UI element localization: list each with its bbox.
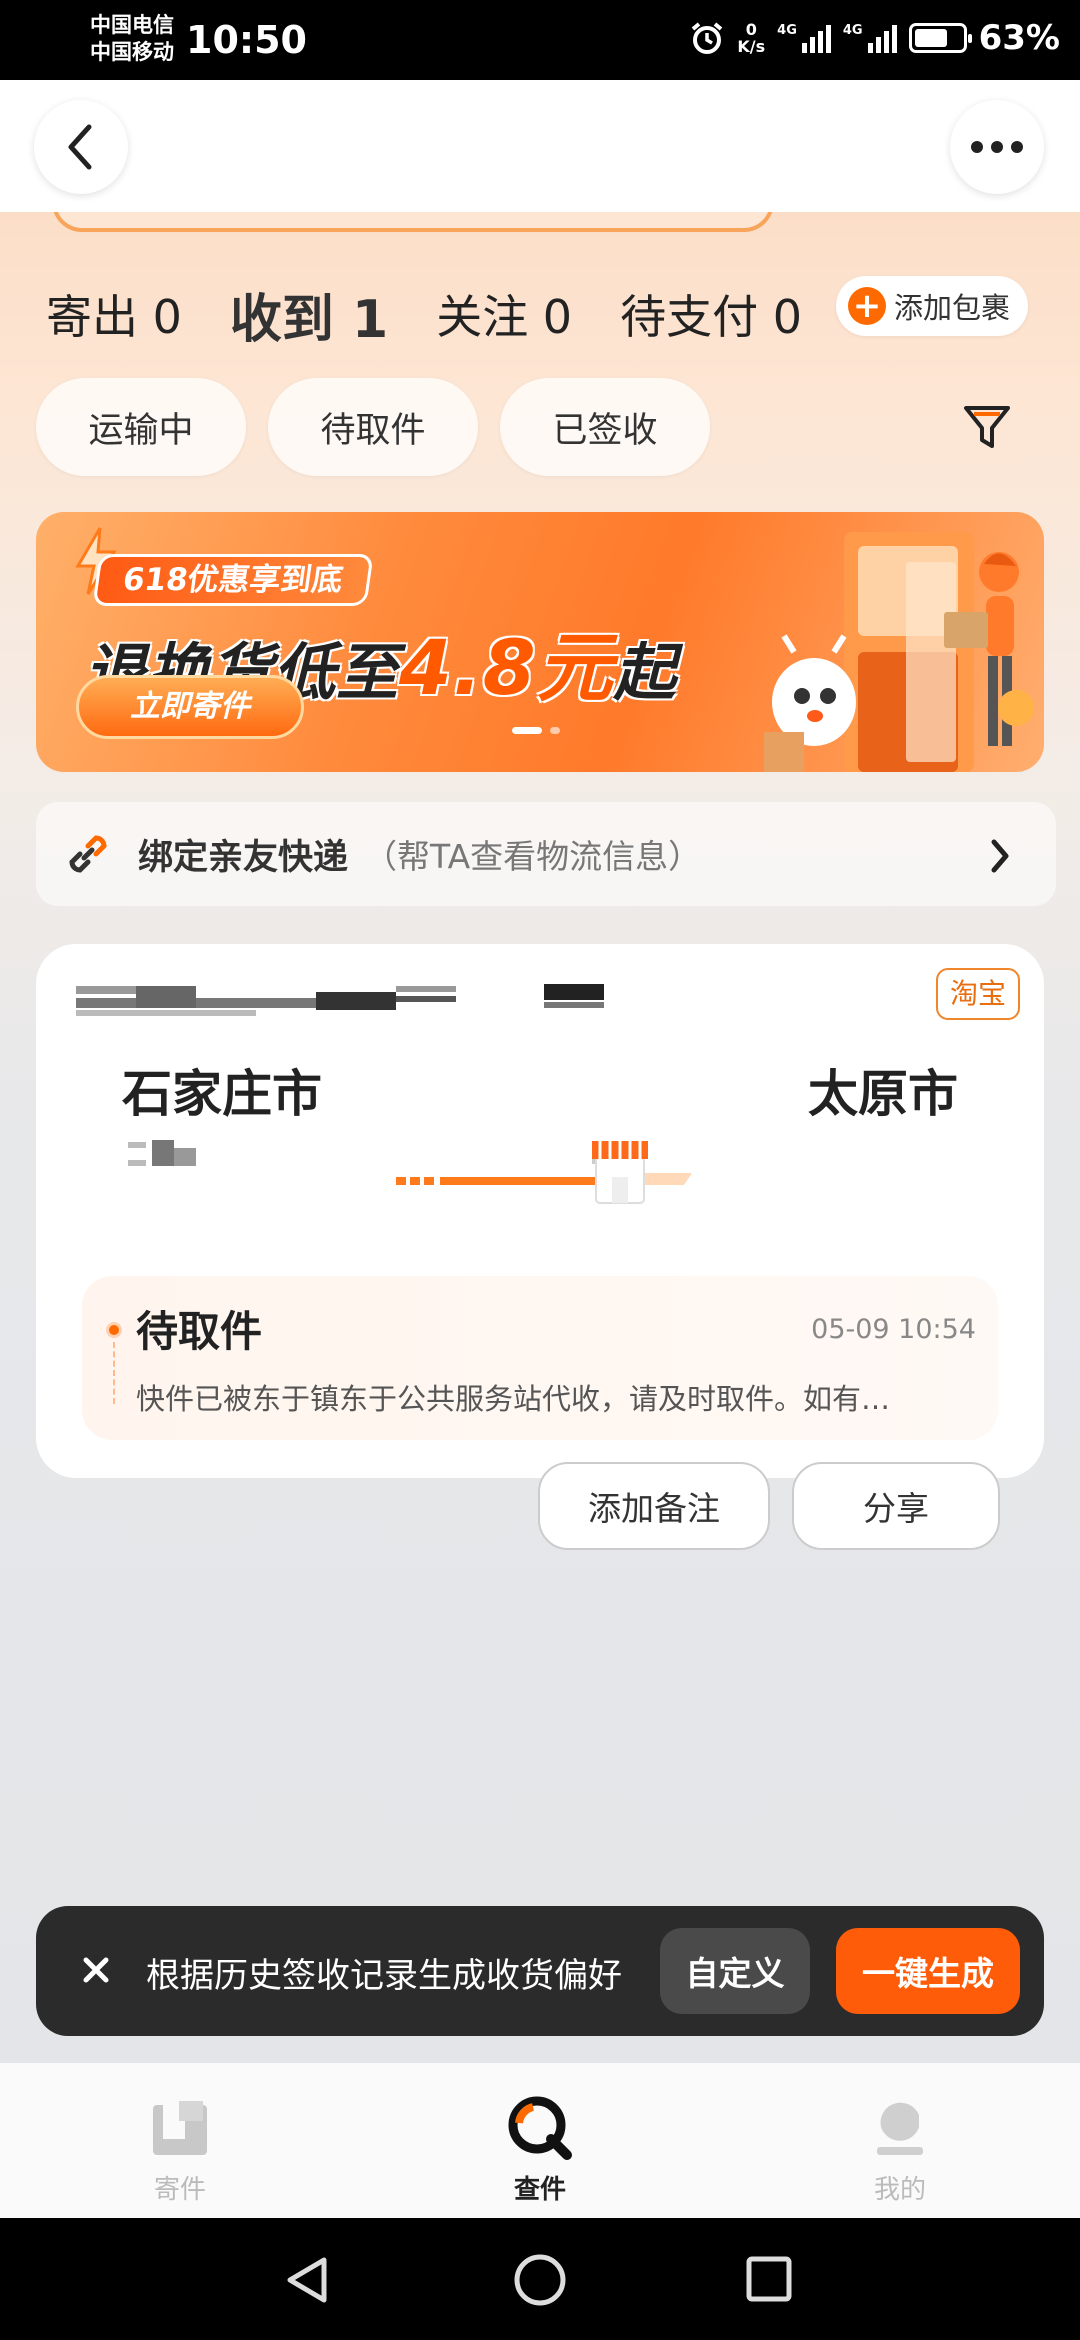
network-type: 4G <box>777 23 797 38</box>
package-tabs: 寄出 0 收到 1 关注 0 待支付 0 <box>46 274 850 354</box>
origin-city: 石家庄市 <box>122 1065 322 1123</box>
net-speed: 0 K/s <box>737 21 765 55</box>
add-package-button[interactable]: + 添加包裹 <box>835 276 1028 336</box>
tracking-number-redacted <box>76 982 604 1018</box>
status-box: 待取件 05-09 10:54 快件已被东于镇东于公共服务站代收，请及时取件。如… <box>82 1276 998 1440</box>
filter-in-transit[interactable]: 运输中 <box>36 378 246 476</box>
profile-icon <box>877 2102 923 2155</box>
carrier-1: 中国电信 <box>90 13 174 37</box>
bind-subtitle: （帮TA查看物流信息） <box>364 837 702 876</box>
nav-profile[interactable]: 我的 <box>820 2093 980 2206</box>
signal-icon: 4G <box>843 23 897 53</box>
signal-icon: 4G <box>777 23 831 53</box>
search-q-icon <box>508 2096 572 2160</box>
add-package-label: 添加包裹 <box>893 291 1010 325</box>
bottom-nav: 寄件 查件 我的 <box>0 2063 1080 2218</box>
package-card[interactable]: 淘宝 石家庄市 太原市 待取件 05-09 10:54 快件已被东于镇东于公共服… <box>36 944 1044 1478</box>
battery-icon <box>908 23 972 53</box>
share-button[interactable]: 分享 <box>792 1462 1000 1550</box>
filter-to-pickup[interactable]: 待取件 <box>268 378 478 476</box>
tab-sent[interactable]: 寄出 0 <box>46 281 182 347</box>
more-dots-icon <box>971 141 1023 153</box>
headline-highlight: 4.8元 <box>399 623 614 712</box>
delivery-illustration <box>764 532 1034 772</box>
nav-send[interactable]: 寄件 <box>100 2093 260 2206</box>
nav-track[interactable]: 查件 <box>460 2093 620 2206</box>
status-clock: 10:50 <box>186 18 307 62</box>
send-box-icon <box>153 2101 207 2155</box>
top-bar <box>0 80 1080 212</box>
route-progress <box>396 1141 692 1204</box>
nav-track-label: 查件 <box>513 2175 566 2205</box>
preference-toast: 根据历史签收记录生成收货偏好 自定义 一键生成 <box>36 1906 1044 2036</box>
status-dot <box>106 1322 122 1338</box>
plus-circle-icon: + <box>847 287 886 325</box>
link-icon <box>69 835 107 873</box>
carrier-names: 中国电信 中国移动 <box>90 12 174 66</box>
main-content: 寄出 0 收到 1 关注 0 待支付 0 + 添加包裹 运输中 待取件 已签收 … <box>0 80 1080 2063</box>
promo-tag: 618优惠享到底 <box>92 554 374 606</box>
one-click-generate-button[interactable]: 一键生成 <box>836 1928 1020 2014</box>
more-button[interactable] <box>950 100 1044 194</box>
status-bar: 中国电信 中国移动 10:50 0 K/s 4G 4G 63% <box>0 0 1080 80</box>
status-icons: 0 K/s 4G 4G 63% <box>689 18 1060 58</box>
banner-pager <box>512 727 560 734</box>
close-icon[interactable] <box>76 1950 116 1990</box>
funnel-icon[interactable] <box>962 402 1012 452</box>
tab-following[interactable]: 关注 0 <box>436 281 572 347</box>
nav-profile-label: 我的 <box>873 2175 926 2205</box>
back-button[interactable] <box>34 100 128 194</box>
alarm-icon <box>692 22 723 54</box>
status-time: 05-09 10:54 <box>811 1314 976 1345</box>
system-back-icon[interactable] <box>282 2254 332 2306</box>
system-recents-icon[interactable] <box>744 2254 794 2304</box>
status-title: 待取件 <box>136 1307 263 1356</box>
system-nav-bar <box>0 2218 1080 2340</box>
customize-button[interactable]: 自定义 <box>660 1928 810 2014</box>
chevron-left-icon <box>68 124 92 170</box>
storefront-icon <box>592 1141 648 1204</box>
system-home-icon[interactable] <box>512 2252 568 2308</box>
status-timeline <box>113 1342 115 1404</box>
battery-percent: 63% <box>978 18 1060 58</box>
network-type: 4G <box>842 23 863 38</box>
chevron-right-icon <box>991 839 1009 873</box>
add-note-button[interactable]: 添加备注 <box>538 1462 770 1550</box>
net-speed-value: 0 <box>745 20 757 39</box>
net-speed-unit: K/s <box>737 37 766 56</box>
source-tag: 淘宝 <box>935 968 1020 1020</box>
tab-pending-payment[interactable]: 待支付 0 <box>620 281 802 347</box>
promo-banner[interactable]: 618优惠享到底 退换货低至4.8元起 立即寄件 <box>36 512 1044 772</box>
filter-signed[interactable]: 已签收 <box>500 378 710 476</box>
tab-received[interactable]: 收到 1 <box>230 277 388 352</box>
destination-city: 太原市 <box>808 1065 958 1123</box>
nav-send-label: 寄件 <box>153 2175 206 2205</box>
ship-now-button[interactable]: 立即寄件 <box>76 675 304 739</box>
toast-text: 根据历史签收记录生成收货偏好 <box>146 1956 622 1996</box>
bind-title: 绑定亲友快递 <box>138 837 349 878</box>
bind-friend-row[interactable]: 绑定亲友快递 （帮TA查看物流信息） <box>36 802 1056 906</box>
origin-detail-redacted <box>128 1136 208 1174</box>
carrier-2: 中国移动 <box>90 40 174 64</box>
status-filters: 运输中 待取件 已签收 <box>36 378 710 476</box>
status-description: 快件已被东于镇东于公共服务站代收，请及时取件。如有… <box>136 1382 891 1416</box>
